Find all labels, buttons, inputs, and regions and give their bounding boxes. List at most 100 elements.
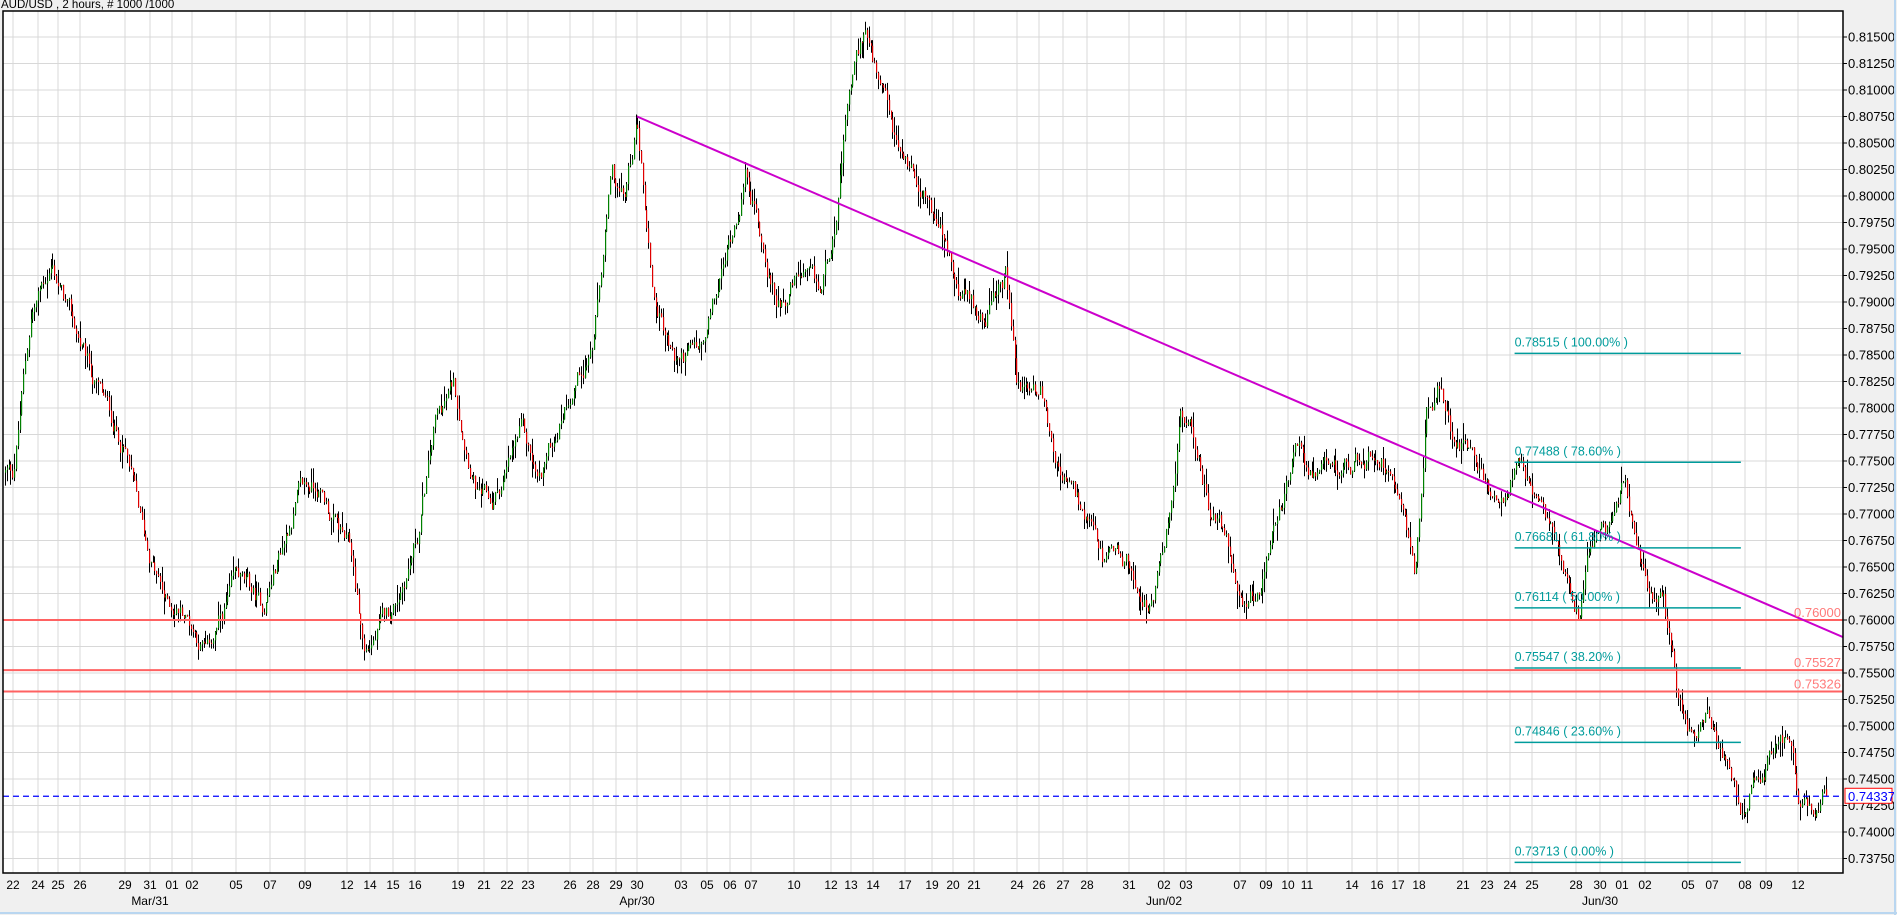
candle-body <box>1796 773 1798 791</box>
candle-body <box>617 186 619 189</box>
x-tick-label: 18 <box>1412 878 1426 892</box>
candle-body <box>530 445 532 454</box>
candle-body <box>931 200 933 213</box>
candle-body <box>1519 458 1521 462</box>
candle-body <box>967 290 969 295</box>
candle-body <box>1720 747 1722 749</box>
price-chart[interactable]: 0.81500 0.81250 0.81000 0.80750 0.80500 0.802… <box>0 0 1897 915</box>
candle-body <box>479 488 481 490</box>
x-tick-label: 28 <box>1080 878 1094 892</box>
candle-body <box>661 313 663 318</box>
candle-body <box>579 372 581 375</box>
candle-body <box>400 592 402 600</box>
candle-body <box>776 295 778 307</box>
candle-body <box>898 140 900 148</box>
candle-body <box>1111 545 1113 548</box>
x-tick-label: 31 <box>1122 878 1136 892</box>
candle-body <box>566 406 568 408</box>
candle-body <box>896 135 898 141</box>
candle-body <box>1188 422 1190 425</box>
candle-body <box>1069 481 1071 483</box>
candle-body <box>650 242 652 266</box>
candle-body <box>1098 540 1100 549</box>
candle-body <box>761 235 763 243</box>
candle-body <box>5 470 7 473</box>
candle-body <box>1434 402 1436 411</box>
candle-body <box>763 242 765 250</box>
y-tick-label: 0.75000 <box>1848 719 1895 734</box>
candle-body <box>805 269 807 273</box>
candle-body <box>528 443 530 446</box>
month-label: Jun/02 <box>1146 894 1182 908</box>
candle-body <box>475 475 477 490</box>
candle-body <box>1545 504 1547 518</box>
candle-body <box>1259 592 1261 595</box>
candle-body <box>256 595 258 601</box>
candle-body <box>1100 547 1102 549</box>
candle-body <box>1124 561 1126 567</box>
x-tick-label: 29 <box>609 878 623 892</box>
candle-body <box>58 282 60 287</box>
candle-body <box>1330 463 1332 465</box>
candle-body <box>1293 452 1295 462</box>
candle-body <box>942 224 944 236</box>
candle-body <box>561 420 563 425</box>
candle-body <box>499 490 501 495</box>
candle-body <box>1173 487 1175 501</box>
fib-level-label: 0.77488 ( 78.60% ) <box>1515 444 1621 458</box>
candle-body <box>1193 427 1195 438</box>
candle-body <box>375 639 377 641</box>
candle-body <box>641 151 643 164</box>
candle-body <box>575 385 577 391</box>
candle-body <box>546 456 548 464</box>
candle-body <box>1031 390 1033 392</box>
candle-body <box>462 432 464 440</box>
candle-body <box>116 425 118 430</box>
x-tick-label: 10 <box>1281 878 1295 892</box>
candle-body <box>94 380 96 385</box>
candle-body <box>1421 493 1423 519</box>
candle-body <box>1301 442 1303 447</box>
candle-body <box>357 588 359 595</box>
candle-body <box>302 478 304 485</box>
x-tick-label: 30 <box>630 878 644 892</box>
candle-body <box>1118 545 1120 554</box>
candle-body <box>958 284 960 297</box>
candle-body <box>570 403 572 406</box>
candle-body <box>1463 440 1465 444</box>
candle-body <box>1428 407 1430 409</box>
candle-body <box>191 625 193 630</box>
candle-body <box>1381 458 1383 468</box>
candle-body <box>1308 467 1310 476</box>
candle-body <box>1410 537 1412 548</box>
candle-body <box>1073 481 1075 483</box>
candle-body <box>1488 479 1490 492</box>
candle-body <box>743 187 745 200</box>
candle-body <box>732 235 734 242</box>
price-axis[interactable]: 0.81500 0.81250 0.81000 0.80750 0.80500 0.802… <box>1843 30 1895 867</box>
candle-body <box>637 124 639 128</box>
time-axis[interactable]: 22 24 25 26 29 31 01 02 05 07 09 12 14 15 16 19 21 22 23 26… <box>6 878 1805 908</box>
candle-body <box>1095 525 1097 530</box>
candle-body <box>996 294 998 297</box>
candle-body <box>911 164 913 168</box>
candle-body <box>1543 502 1545 505</box>
plot-area[interactable] <box>3 11 1843 873</box>
candle-body <box>1038 394 1040 396</box>
candle-body <box>182 607 184 616</box>
candle-body <box>772 283 774 285</box>
candle-body <box>411 557 413 563</box>
candle-body <box>652 265 654 287</box>
candle-body <box>1425 433 1427 469</box>
candle-body <box>1618 502 1620 504</box>
candle-body <box>1018 382 1020 384</box>
candle-body <box>980 313 982 321</box>
candle-body <box>20 414 22 430</box>
x-tick-label: 05 <box>1681 878 1695 892</box>
candle-body <box>1629 496 1631 512</box>
candle-body <box>1149 605 1151 612</box>
x-tick-label: 21 <box>967 878 981 892</box>
candle-body <box>111 410 113 424</box>
candle-body <box>940 224 942 228</box>
candle-body <box>865 30 867 35</box>
